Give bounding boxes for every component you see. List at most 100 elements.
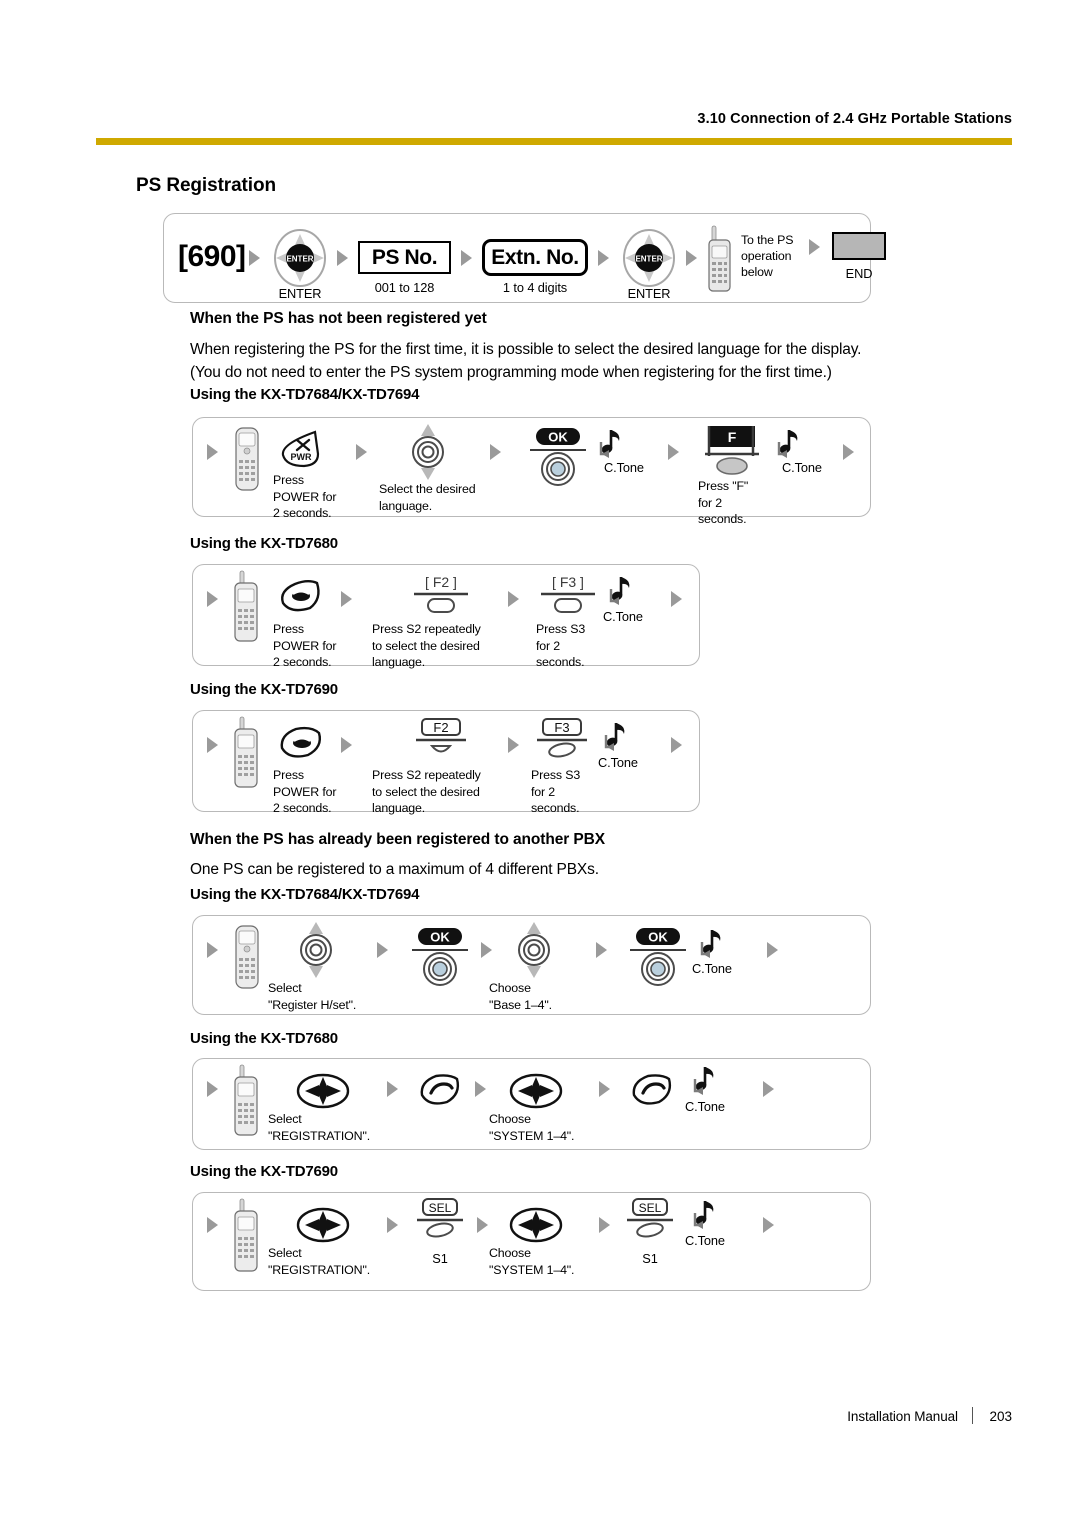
arrow-icon	[461, 250, 472, 266]
arrow-icon	[481, 942, 492, 958]
s1-label-2: S1	[642, 1251, 658, 1266]
up-down-navigator-icon	[405, 424, 451, 480]
f2-softkey-icon: F2	[406, 717, 476, 763]
f3-softkey-icon: [ F3 ]	[533, 573, 603, 617]
four-way-navigator-icon	[295, 1069, 351, 1113]
enter-navigation-key-icon: ENTER	[619, 228, 679, 288]
arrow-icon	[668, 444, 679, 460]
arrow-icon	[207, 942, 218, 958]
ok-softkey-icon: OK	[409, 928, 471, 990]
confirmation-tone-icon	[775, 428, 803, 462]
arrow-icon	[598, 250, 609, 266]
subheading-7684-7694-language: Using the KX-TD7684/KX-TD7694	[190, 386, 420, 403]
ctone-label-1: C.Tone	[604, 460, 644, 475]
arrow-icon	[207, 1081, 218, 1097]
ps-no-range: 001 to 128	[374, 280, 435, 295]
caption-press-power: Press POWER for 2 seconds.	[273, 768, 337, 815]
ok-softkey-icon: OK	[527, 428, 589, 490]
f2-softkey-icon: [ F2 ]	[406, 573, 476, 617]
header-section-title: 3.10 Connection of 2.4 GHz Portable Stat…	[697, 111, 1012, 127]
ps-handset-icon	[233, 426, 261, 492]
caption-select-registration: Select "REGISTRATION".	[268, 1246, 371, 1277]
caption-press-f: Press "F" for 2 seconds.	[698, 479, 749, 526]
heading-not-registered: When the PS has not been registered yet	[190, 310, 487, 327]
arrow-icon	[207, 444, 218, 460]
svg-text:OK: OK	[648, 930, 668, 945]
arrow-icon	[377, 942, 388, 958]
end-label: END	[845, 266, 873, 281]
caption-select-register-hset: Select "Register H/set".	[268, 981, 357, 1012]
svg-text:F: F	[728, 429, 737, 445]
footer-divider	[971, 1407, 973, 1424]
svg-text:SEL: SEL	[429, 1201, 452, 1215]
arrow-icon	[387, 1217, 398, 1233]
subheading-7684-7694-registration: Using the KX-TD7684/KX-TD7694	[190, 886, 420, 903]
svg-text:PWR: PWR	[291, 452, 312, 462]
subheading-7690-registration: Using the KX-TD7690	[190, 1163, 338, 1180]
ps-handset-icon	[707, 225, 733, 292]
end-box	[832, 232, 886, 260]
paragraph-already-registered: One PS can be registered to a maximum of…	[190, 861, 599, 878]
arrow-icon	[249, 250, 260, 266]
subheading-7690-language: Using the KX-TD7690	[190, 681, 338, 698]
arrow-icon	[763, 1081, 774, 1097]
arrow-icon	[596, 942, 607, 958]
confirmation-tone-icon	[698, 928, 726, 962]
power-talk-key-icon	[277, 723, 325, 761]
confirmation-tone-icon	[602, 721, 630, 755]
flow-diagram-main: [690] ENTER ENTER PS No. 001 to 128 Extn…	[163, 213, 886, 303]
ctone-label: C.Tone	[685, 1099, 725, 1114]
ps-handset-icon	[231, 570, 261, 643]
ps-handset-icon	[231, 1198, 261, 1273]
arrow-icon	[599, 1217, 610, 1233]
arrow-icon	[671, 591, 682, 607]
svg-text:OK: OK	[430, 930, 450, 945]
confirmation-tone-icon	[597, 428, 625, 462]
ctone-label: C.Tone	[603, 609, 643, 624]
power-key-icon: PWR	[277, 428, 323, 470]
arrow-icon	[490, 444, 501, 460]
page-title: PS Registration	[136, 175, 276, 196]
caption-press-power: Press POWER for 2 seconds.	[273, 622, 337, 669]
up-down-navigator-icon	[293, 922, 339, 978]
feature-code: [690]	[178, 240, 246, 273]
arrow-icon	[508, 591, 519, 607]
arrow-icon	[207, 1217, 218, 1233]
caption-choose-system: Choose "SYSTEM 1–4".	[489, 1112, 575, 1143]
extn-no-box: Extn. No.	[482, 239, 588, 276]
subheading-7680-language: Using the KX-TD7680	[190, 535, 338, 552]
enter-navigation-key-icon: ENTER	[270, 228, 330, 288]
power-talk-key-icon	[277, 577, 325, 615]
caption-press-power: Press POWER for 2 seconds.	[273, 473, 337, 520]
flow-diagram-7680-language: Press POWER for 2 seconds. [ F2 ] Press …	[192, 564, 700, 669]
extn-no-range: 1 to 4 digits	[502, 280, 568, 295]
document-page: 3.10 Connection of 2.4 GHz Portable Stat…	[0, 0, 1080, 1528]
confirmation-tone-icon	[607, 575, 635, 609]
caption-select-language: Select the desired language.	[379, 482, 476, 513]
ps-handset-icon	[231, 716, 261, 789]
flow-diagram-7684-language: PWR Press POWER for 2 seconds. Select th…	[192, 417, 871, 526]
svg-text:ENTER: ENTER	[635, 255, 662, 264]
paragraph-not-registered-line2: (You do not need to enter the PS system …	[190, 364, 832, 381]
f3-softkey-icon: F3	[527, 717, 597, 763]
arrow-icon	[475, 1081, 486, 1097]
heading-already-registered: When the PS has already been registered …	[190, 831, 605, 848]
ps-no-box: PS No.	[358, 241, 451, 274]
ps-handset-icon	[233, 924, 261, 990]
footer-page-number: 203	[989, 1409, 1012, 1424]
s1-label-1: S1	[432, 1251, 448, 1266]
arrow-icon	[809, 239, 820, 255]
enter-key-label-2: ENTER	[627, 286, 671, 301]
caption-press-s2: Press S2 repeatedly to select the desire…	[372, 622, 481, 669]
to-ps-operation-line2: operation	[741, 249, 792, 263]
four-way-navigator-icon	[295, 1203, 351, 1247]
svg-text:SEL: SEL	[639, 1201, 662, 1215]
arrow-icon	[341, 737, 352, 753]
header-rule	[96, 138, 1012, 145]
page-footer: Installation Manual 203	[0, 1407, 1012, 1424]
ctone-label: C.Tone	[598, 755, 638, 770]
caption-press-s3: Press S3 for 2 seconds.	[536, 622, 586, 669]
arrow-icon	[599, 1081, 610, 1097]
to-ps-operation-line1: To the PS	[741, 233, 794, 247]
confirmation-tone-icon	[691, 1065, 719, 1099]
